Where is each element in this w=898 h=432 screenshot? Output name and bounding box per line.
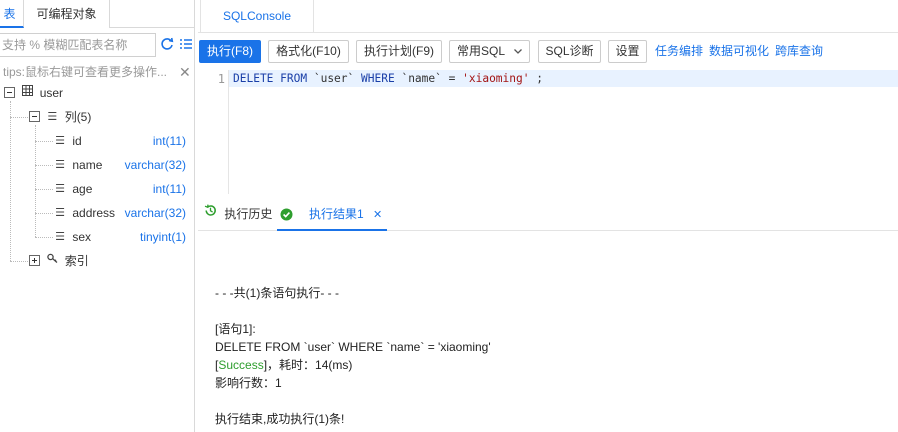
column-name: sex xyxy=(72,230,92,244)
result-finished: 执行结束,成功执行(1)条! xyxy=(215,412,345,426)
tab-tables[interactable]: 表 xyxy=(0,0,24,28)
result-tab-bar: 执行历史 执行结果1 ✕ xyxy=(198,197,898,231)
tree-node-column[interactable]: ☰ sex xyxy=(54,225,91,249)
line-number: 1 xyxy=(217,72,225,86)
sql-identifier: `name` xyxy=(401,72,442,85)
column-icon: ☰ xyxy=(55,158,65,171)
collapse-icon[interactable] xyxy=(4,87,15,99)
chevron-down-icon xyxy=(513,41,523,69)
sql-terminator: ; xyxy=(536,72,543,85)
result-summary: - - -共(1)条语句执行- - - xyxy=(215,286,339,300)
tree-connector xyxy=(35,189,53,190)
tips-bar: tips:鼠标右键可查看更多操作... ✕ xyxy=(0,62,194,82)
execution-plan-button[interactable]: 执行计划(F9) xyxy=(356,40,442,63)
refresh-icon[interactable] xyxy=(159,37,175,53)
column-type: int(11) xyxy=(152,182,186,196)
result-spacer xyxy=(215,302,491,320)
column-icon: ☰ xyxy=(55,182,65,195)
column-icon: ☰ xyxy=(55,230,65,243)
common-sql-label: 常用SQL xyxy=(457,44,506,58)
sql-operator: = xyxy=(448,72,456,85)
key-icon xyxy=(46,249,58,273)
sql-keyword: WHERE xyxy=(361,72,395,85)
column-type: tinyint(1) xyxy=(139,230,186,244)
sql-diagnose-button[interactable]: SQL诊断 xyxy=(538,40,601,63)
history-label: 执行历史 xyxy=(224,207,273,221)
result-output: - - -共(1)条语句执行- - - [语句1]: DELETE FROM `… xyxy=(215,284,491,428)
tree-node-table[interactable]: user xyxy=(4,81,63,105)
data-visualization-link[interactable]: 数据可视化 xyxy=(709,40,769,63)
column-name: id xyxy=(72,134,82,148)
sql-editor[interactable]: 1 DELETE FROM `user` WHERE `name` = 'xia… xyxy=(198,70,898,194)
tree-node-column[interactable]: ☰ age xyxy=(54,177,92,201)
table-search-input[interactable] xyxy=(0,34,155,56)
tree-connector xyxy=(10,101,11,261)
tab-execution-result[interactable]: 执行结果1 ✕ xyxy=(277,197,387,231)
column-type: varchar(32) xyxy=(124,206,186,220)
common-sql-dropdown[interactable]: 常用SQL xyxy=(449,40,530,63)
tab-execution-history[interactable]: 执行历史 xyxy=(204,197,272,231)
code-line[interactable]: DELETE FROM `user` WHERE `name` = 'xiaom… xyxy=(233,72,543,85)
close-icon[interactable]: ✕ xyxy=(373,209,382,221)
column-type: int(11) xyxy=(152,134,186,148)
tree-node-columns[interactable]: ☰ 列(5) xyxy=(29,105,91,129)
object-browser-panel: 表 可编程对象 tips:鼠标右键可查看更多操作... ✕ user ☰ 列(5… xyxy=(0,0,195,432)
execute-button[interactable]: 执行(F8) xyxy=(199,40,261,63)
column-icon: ☰ xyxy=(55,206,65,219)
index-label: 索引 xyxy=(64,254,89,268)
result-status: [Success]，耗时：14(ms) xyxy=(215,356,491,374)
column-name: name xyxy=(72,158,103,172)
settings-button[interactable]: 设置 xyxy=(608,40,647,63)
result-affected-rows: 影响行数：1 xyxy=(215,376,282,390)
tree-connector xyxy=(35,237,53,238)
sql-keyword: DELETE FROM xyxy=(233,72,308,85)
sql-console-panel: SQLConsole 执行(F8) 格式化(F10) 执行计划(F9) 常用SQ… xyxy=(198,0,898,432)
table-search-box[interactable] xyxy=(0,33,156,57)
column-name: age xyxy=(72,182,93,196)
columns-label: 列(5) xyxy=(64,110,92,124)
editor-gutter: 1 xyxy=(198,70,229,194)
table-icon xyxy=(21,81,33,105)
tree-node-index[interactable]: 索引 xyxy=(29,249,89,273)
tab-programmable-objects[interactable]: 可编程对象 xyxy=(24,0,110,28)
tree-connector xyxy=(10,261,28,262)
tab-sqlconsole[interactable]: SQLConsole xyxy=(200,0,314,33)
column-type: varchar(32) xyxy=(124,158,186,172)
result-statement-label: [语句1]: xyxy=(215,322,256,336)
history-icon xyxy=(204,196,217,230)
tree-connector xyxy=(35,141,53,142)
result-timing: ，耗时：14(ms) xyxy=(267,358,353,372)
sql-identifier: `user` xyxy=(313,72,355,85)
columns-icon: ☰ xyxy=(47,110,58,123)
tree-connector xyxy=(35,165,53,166)
table-name: user xyxy=(39,86,64,100)
list-menu-icon[interactable] xyxy=(178,37,194,53)
column-icon: ☰ xyxy=(55,134,65,147)
tree-node-column[interactable]: ☰ name xyxy=(54,153,102,177)
format-button[interactable]: 格式化(F10) xyxy=(268,40,349,63)
close-icon[interactable]: ✕ xyxy=(179,62,191,82)
console-tab-bar: SQLConsole xyxy=(198,0,898,33)
sql-string: 'xiaoming' xyxy=(462,72,530,85)
result-spacer xyxy=(215,392,491,410)
cross-db-query-link[interactable]: 跨库查询 xyxy=(775,40,823,63)
result-tab-label: 执行结果1 xyxy=(309,207,364,221)
tree-connector xyxy=(35,213,53,214)
collapse-icon[interactable] xyxy=(29,111,40,123)
expand-icon[interactable] xyxy=(29,255,40,267)
success-badge: Success xyxy=(218,358,264,372)
tips-text: tips:鼠标右键可查看更多操作... xyxy=(3,65,168,79)
tree-node-column[interactable]: ☰ id xyxy=(54,129,82,153)
result-statement-sql: DELETE FROM `user` WHERE `name` = 'xiaom… xyxy=(215,340,491,354)
tree-connector xyxy=(10,117,28,118)
task-orchestration-link[interactable]: 任务编排 xyxy=(655,40,703,63)
left-tab-bar: 表 可编程对象 xyxy=(0,0,194,28)
